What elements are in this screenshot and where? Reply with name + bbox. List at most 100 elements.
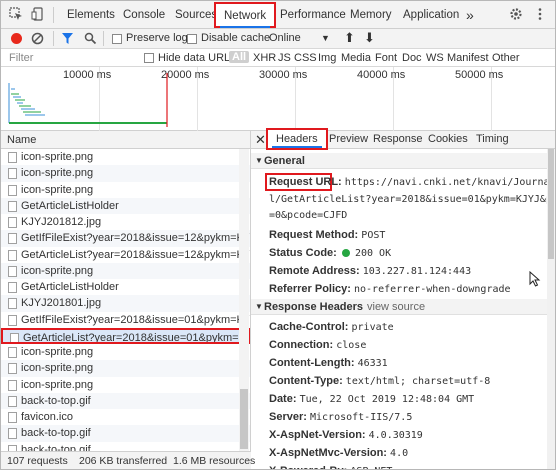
type-filter-ws[interactable]: WS <box>426 52 444 64</box>
request-row[interactable]: icon-sprite.png <box>1 344 250 360</box>
response-header-row: Date: Tue, 22 Oct 2019 12:48:04 GMT <box>269 393 474 405</box>
response-header-row: Cache-Control: private <box>269 321 394 333</box>
type-filter-js[interactable]: JS <box>278 52 291 64</box>
tab-preview[interactable]: Preview <box>329 133 368 145</box>
tab-sources[interactable]: Sources <box>175 1 217 29</box>
request-row[interactable]: favicon.ico <box>1 409 250 425</box>
request-row[interactable]: GetIfFileExist?year=2018&issue=01&pykm=K… <box>1 312 250 328</box>
request-list-scrollbar[interactable] <box>239 149 249 451</box>
tab-performance[interactable]: Performance <box>280 1 346 29</box>
request-url-value-3: =0&pcode=CJFD <box>269 210 348 221</box>
request-row-selected[interactable]: GetArticleList?year=2018&issue=01&pykm=K… <box>1 327 250 344</box>
customize-menu-icon[interactable] <box>533 7 547 21</box>
request-row[interactable]: icon-sprite.png <box>1 149 250 165</box>
export-har-icon[interactable]: ⬇ <box>364 30 375 46</box>
more-tabs-chevron-icon[interactable]: » <box>466 1 474 29</box>
request-method-row: Request Method: POST <box>269 229 385 241</box>
request-row[interactable]: icon-sprite.png <box>1 262 250 279</box>
filter-funnel-icon[interactable] <box>61 32 74 45</box>
scrollbar-thumb[interactable] <box>240 389 248 449</box>
response-headers-section-header[interactable]: ▼ Response Headers view source <box>251 299 547 315</box>
record-icon[interactable] <box>11 33 22 44</box>
file-icon <box>8 314 17 326</box>
name-column-header[interactable]: Name <box>1 131 251 149</box>
type-filter-doc[interactable]: Doc <box>402 52 422 64</box>
search-icon[interactable] <box>84 32 97 45</box>
request-row[interactable]: icon-sprite.png <box>1 360 250 377</box>
request-row[interactable]: back-to-top.gif <box>1 425 250 442</box>
type-filter-media[interactable]: Media <box>341 52 371 64</box>
response-header-value: Tue, 22 Oct 2019 12:48:04 GMT <box>299 394 475 405</box>
request-name: GetArticleListHolder <box>21 281 119 293</box>
chevron-down-icon[interactable]: ▼ <box>321 33 330 43</box>
timeline-overview[interactable]: 10000 ms 20000 ms 30000 ms 40000 ms 5000… <box>1 67 555 131</box>
tab-memory[interactable]: Memory <box>350 1 392 29</box>
response-header-row: X-Powered-By: ASP.NET <box>269 465 392 469</box>
headers-panel-scrollbar[interactable] <box>547 149 555 469</box>
response-header-value: Microsoft-IIS/7.5 <box>309 412 413 423</box>
response-header-row: Content-Length: 46331 <box>269 357 388 369</box>
request-name: icon-sprite.png <box>21 183 94 196</box>
response-header-value: 4.0 <box>390 448 409 459</box>
disable-cache-checkbox[interactable] <box>187 34 197 44</box>
headers-panel: ▼ General Request URL: https://navi.cnki… <box>251 149 547 469</box>
scrollbar-thumb[interactable] <box>548 149 554 259</box>
type-filter-all[interactable]: All <box>229 51 250 63</box>
request-row[interactable]: KJYJ201812.jpg <box>1 214 250 230</box>
response-header-row: Content-Type: text/html; charset=utf-8 <box>269 375 490 387</box>
request-name: icon-sprite.png <box>21 151 94 163</box>
type-filter-img[interactable]: Img <box>318 52 336 64</box>
type-filter-font[interactable]: Font <box>375 52 397 64</box>
inspect-element-icon[interactable] <box>9 7 23 21</box>
tab-cookies[interactable]: Cookies <box>428 133 468 145</box>
tab-headers[interactable]: Headers <box>266 128 328 150</box>
settings-gear-icon[interactable] <box>509 7 523 21</box>
close-detail-icon[interactable]: ✕ <box>255 132 266 148</box>
mouse-cursor-icon <box>529 271 541 287</box>
request-name: favicon.ico <box>21 411 73 423</box>
type-filter-manifest[interactable]: Manifest <box>447 52 489 64</box>
request-count: 107 requests <box>7 455 68 467</box>
clear-icon[interactable] <box>31 32 44 45</box>
request-row[interactable]: icon-sprite.png <box>1 165 250 182</box>
response-header-value: 46331 <box>357 358 388 369</box>
request-row[interactable]: GetArticleList?year=2018&issue=12&pykm=K… <box>1 247 250 263</box>
tab-timing[interactable]: Timing <box>476 133 509 145</box>
response-header-key: X-AspNetMvc-Version: <box>269 447 387 459</box>
type-filter-css[interactable]: CSS <box>294 52 317 64</box>
import-har-icon[interactable]: ⬆ <box>344 30 355 46</box>
tab-network[interactable]: Network <box>214 2 277 28</box>
toolbar-separator <box>103 31 104 46</box>
triangle-down-icon: ▼ <box>255 302 263 311</box>
view-source-link[interactable]: view source <box>367 301 425 313</box>
request-name: icon-sprite.png <box>21 167 94 180</box>
file-icon <box>8 200 17 212</box>
request-row[interactable]: KJYJ201801.jpg <box>1 295 250 312</box>
file-icon <box>8 379 17 391</box>
request-row[interactable]: GetIfFileExist?year=2018&issue=12&pykm=K… <box>1 230 250 247</box>
request-name: GetIfFileExist?year=2018&issue=12&pykm=K… <box>21 232 250 245</box>
tab-console[interactable]: Console <box>123 1 165 29</box>
request-row[interactable]: icon-sprite.png <box>1 377 250 393</box>
detail-tab-strip: ✕ Headers Preview Response Cookies Timin… <box>251 128 555 150</box>
throttling-select[interactable]: Online <box>269 32 301 44</box>
request-row[interactable]: GetArticleListHolder <box>1 279 250 295</box>
request-row[interactable]: GetArticleListHolder <box>1 197 250 214</box>
filter-input[interactable]: Filter <box>9 52 33 64</box>
device-toolbar-icon[interactable] <box>31 7 45 21</box>
request-row[interactable]: back-to-top.gif <box>1 392 250 409</box>
response-header-value: ASP.NET <box>350 466 392 469</box>
file-icon <box>8 363 17 375</box>
type-filter-xhr[interactable]: XHR <box>253 52 276 64</box>
hide-data-urls-checkbox[interactable] <box>144 53 154 63</box>
preserve-log-checkbox[interactable] <box>112 34 122 44</box>
request-row[interactable]: icon-sprite.png <box>1 182 250 198</box>
tab-application[interactable]: Application <box>403 1 459 29</box>
type-filter-other[interactable]: Other <box>492 52 520 64</box>
file-icon <box>8 184 17 196</box>
request-url-row[interactable]: Request URL: https://navi.cnki.net/knavi… <box>269 176 547 188</box>
general-section-header[interactable]: ▼ General <box>251 153 547 169</box>
tab-response[interactable]: Response <box>373 133 423 145</box>
tab-elements[interactable]: Elements <box>67 1 115 29</box>
request-row[interactable]: back-to-top.gif <box>1 442 250 451</box>
